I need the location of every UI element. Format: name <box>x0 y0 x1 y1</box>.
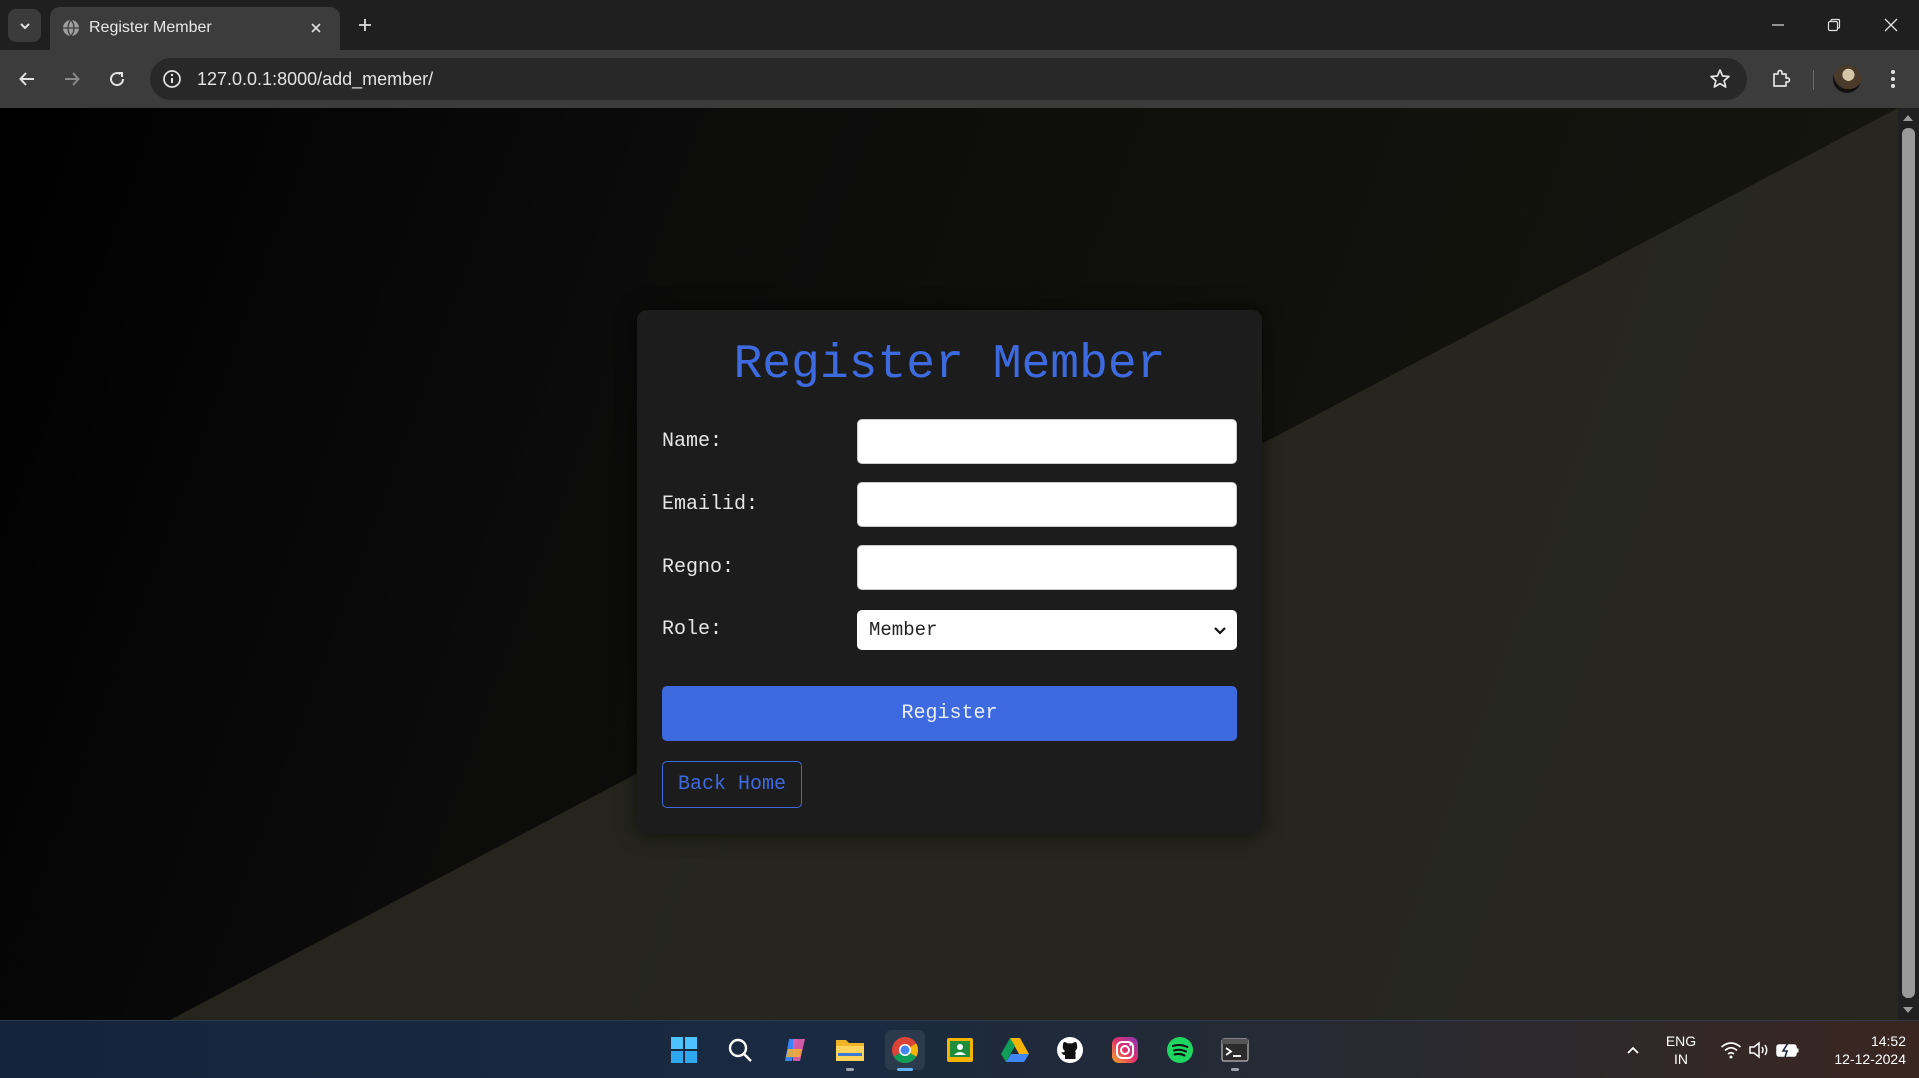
clock-date: 12-12-2024 <box>1834 1051 1906 1067</box>
chevron-down-icon <box>1214 627 1226 635</box>
quick-settings-button[interactable] <box>1710 1030 1810 1070</box>
terminal-icon <box>1221 1038 1249 1062</box>
chrome-icon <box>892 1037 919 1064</box>
chevron-up-icon <box>1627 1046 1639 1054</box>
taskbar-search-button[interactable] <box>720 1030 760 1070</box>
scrollbar-thumb[interactable] <box>1902 128 1915 998</box>
running-indicator <box>1231 1068 1239 1071</box>
close-icon <box>1884 18 1898 32</box>
reload-button[interactable] <box>100 62 134 96</box>
puzzle-icon <box>1773 69 1791 87</box>
language-indicator[interactable]: ENG IN <box>1658 1032 1704 1068</box>
taskbar-github[interactable] <box>1050 1030 1090 1070</box>
close-icon <box>311 23 321 33</box>
more-vertical-icon <box>1891 70 1895 88</box>
volume-icon <box>1749 1041 1768 1059</box>
language-code: ENG <box>1665 1033 1697 1049</box>
browser-toolbar: 127.0.0.1:8000/add_member/ <box>0 50 1919 108</box>
address-bar[interactable]: 127.0.0.1:8000/add_member/ <box>150 58 1747 100</box>
battery-charging-icon <box>1776 1042 1799 1058</box>
scroll-down-arrow-icon[interactable] <box>1903 1007 1913 1013</box>
browser-menu-button[interactable] <box>1876 62 1910 96</box>
regno-input[interactable] <box>857 545 1237 590</box>
page-scrollbar[interactable] <box>1898 108 1919 1020</box>
taskbar-spotify[interactable] <box>1160 1030 1200 1070</box>
clock[interactable]: 14:52 12-12-2024 <box>1810 1032 1906 1068</box>
github-icon <box>1057 1037 1083 1063</box>
show-hidden-icons-button[interactable] <box>1613 1030 1653 1070</box>
arrow-left-icon <box>19 72 34 86</box>
chevron-down-icon <box>19 22 30 29</box>
windows-taskbar: ENG IN 14:52 12-12-2024 <box>0 1020 1919 1078</box>
windows-logo-icon <box>671 1037 697 1063</box>
close-window-button[interactable] <box>1871 7 1911 43</box>
close-tab-button[interactable] <box>304 16 328 40</box>
tab-title: Register Member <box>89 19 212 36</box>
profile-avatar[interactable] <box>1833 65 1861 93</box>
search-icon <box>728 1038 752 1062</box>
form-heading: Register Member <box>733 338 1166 392</box>
taskbar-instagram[interactable] <box>1105 1030 1145 1070</box>
register-button[interactable]: Register <box>662 686 1237 741</box>
taskbar-copilot[interactable] <box>775 1030 815 1070</box>
restore-button[interactable] <box>1814 7 1854 43</box>
name-label: Name: <box>662 430 723 453</box>
taskbar-file-explorer[interactable] <box>830 1030 870 1071</box>
role-selected-value: Member <box>869 619 938 641</box>
google-drive-icon <box>1001 1038 1029 1062</box>
back-button[interactable] <box>10 62 44 96</box>
tab-search-button[interactable] <box>8 9 41 42</box>
new-tab-button[interactable] <box>350 10 380 40</box>
site-info-icon[interactable] <box>160 67 184 91</box>
start-button[interactable] <box>664 1030 704 1070</box>
register-member-form: Register Member Name: Emailid: Regno: Ro… <box>637 310 1262 834</box>
classroom-icon <box>947 1038 973 1062</box>
active-indicator <box>897 1068 913 1071</box>
wifi-icon <box>1720 1042 1742 1059</box>
toolbar-divider <box>1813 70 1814 90</box>
role-select[interactable]: Member <box>857 610 1237 650</box>
copilot-icon <box>785 1039 805 1061</box>
instagram-icon <box>1112 1037 1138 1063</box>
name-input[interactable] <box>857 419 1237 464</box>
browser-tab-bar: Register Member <box>0 0 1919 50</box>
taskbar-chrome[interactable] <box>885 1030 925 1071</box>
extensions-button[interactable] <box>1764 62 1798 96</box>
restore-icon <box>1827 18 1841 32</box>
arrow-right-icon <box>65 72 80 86</box>
url-text[interactable]: 127.0.0.1:8000/add_member/ <box>197 69 433 90</box>
plus-icon <box>359 19 371 31</box>
bookmark-star-icon[interactable] <box>1709 68 1731 90</box>
minimize-button[interactable] <box>1758 7 1798 43</box>
taskbar-terminal[interactable] <box>1215 1030 1255 1071</box>
spotify-icon <box>1167 1037 1193 1063</box>
running-indicator <box>846 1068 854 1071</box>
folder-icon <box>836 1040 864 1061</box>
forward-button[interactable] <box>55 62 89 96</box>
clock-time: 14:52 <box>1870 1033 1906 1049</box>
browser-tab[interactable]: Register Member <box>50 7 340 50</box>
emailid-input[interactable] <box>857 482 1237 527</box>
role-label: Role: <box>662 618 723 641</box>
taskbar-google-classroom[interactable] <box>940 1030 980 1070</box>
back-home-link[interactable]: Back Home <box>662 761 802 808</box>
language-region: IN <box>1674 1051 1688 1067</box>
reload-icon <box>110 72 125 87</box>
minimize-icon <box>1772 24 1784 26</box>
regno-label: Regno: <box>662 556 735 579</box>
globe-icon <box>63 19 79 37</box>
scroll-up-arrow-icon[interactable] <box>1903 115 1913 121</box>
taskbar-google-drive[interactable] <box>995 1030 1035 1070</box>
emailid-label: Emailid: <box>662 493 759 516</box>
